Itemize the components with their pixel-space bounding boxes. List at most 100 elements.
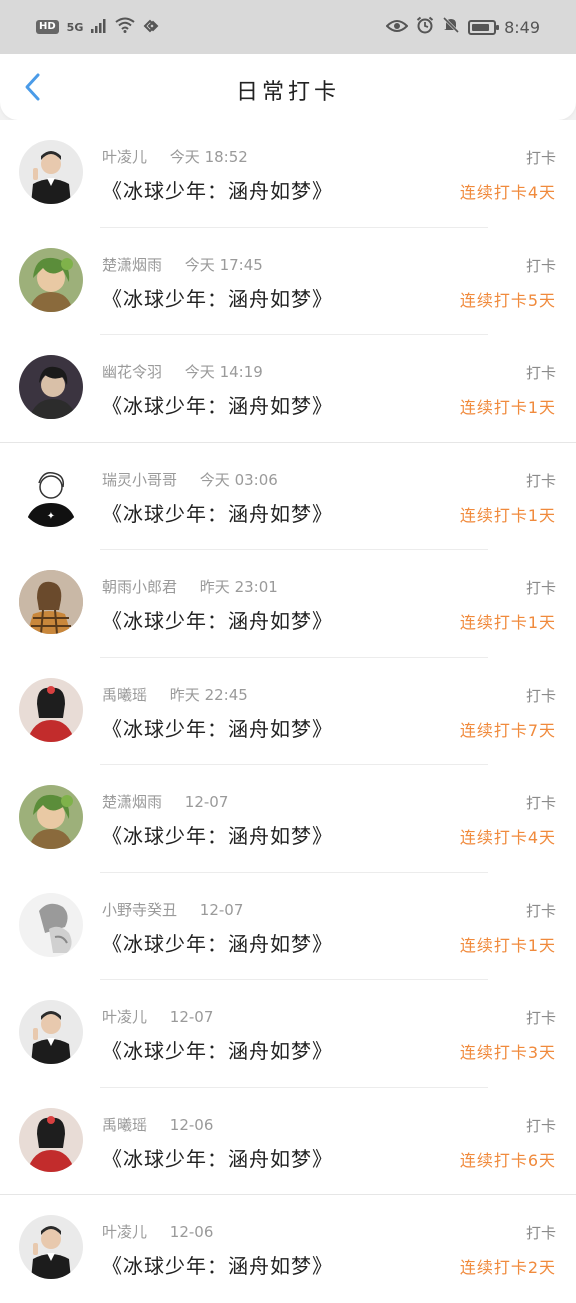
username[interactable]: 叶凌儿 bbox=[102, 1008, 147, 1026]
username[interactable]: 叶凌儿 bbox=[102, 148, 147, 166]
checkin-time: 今天 17:45 bbox=[184, 255, 263, 274]
username[interactable]: 朝雨小郎君 bbox=[102, 578, 177, 596]
status-time: 8:49 bbox=[504, 17, 540, 37]
book-title[interactable]: 《冰球少年：涵舟如梦》 bbox=[102, 1250, 333, 1279]
app-header: 日常打卡 bbox=[0, 54, 576, 120]
username[interactable]: 楚潇烟雨 bbox=[102, 256, 162, 274]
checkin-label: 打卡 bbox=[525, 364, 556, 382]
checkin-meta: 叶凌儿 今天 18:52 bbox=[102, 146, 248, 167]
book-title[interactable]: 《冰球少年：涵舟如梦》 bbox=[102, 928, 333, 957]
avatar[interactable] bbox=[19, 140, 83, 204]
checkin-item[interactable]: 楚潇烟雨 今天 17:45 《冰球少年：涵舟如梦》 打卡 连续打卡5天 bbox=[0, 228, 576, 335]
checkin-label: 打卡 bbox=[525, 579, 556, 597]
streak-badge: 连续打卡4天 bbox=[459, 183, 556, 202]
avatar-image bbox=[19, 140, 83, 204]
alarm-icon bbox=[416, 16, 434, 38]
status-right: 8:49 bbox=[385, 16, 540, 38]
checkin-label: 打卡 bbox=[525, 1116, 556, 1135]
username[interactable]: 小野寺癸丑 bbox=[102, 901, 177, 919]
streak-badge: 连续打卡1天 bbox=[459, 398, 556, 417]
checkin-item[interactable]: 小野寺癸丑 12-07 《冰球少年：涵舟如梦》 打卡 连续打卡1天 bbox=[0, 873, 576, 980]
checkin-item[interactable]: 朝雨小郎君 昨天 23:01 《冰球少年：涵舟如梦》 打卡 连续打卡1天 bbox=[0, 550, 576, 658]
avatar[interactable] bbox=[19, 355, 83, 419]
checkin-label: 打卡 bbox=[525, 686, 556, 705]
book-title[interactable]: 《冰球少年：涵舟如梦》 bbox=[102, 175, 333, 204]
avatar[interactable] bbox=[19, 892, 83, 957]
status-bar: HD 5G 8:49 bbox=[0, 0, 576, 54]
avatar-image: ✦ bbox=[19, 462, 83, 527]
book-title[interactable]: 《冰球少年：涵舟如梦》 bbox=[102, 605, 333, 634]
checkin-time: 昨天 23:01 bbox=[199, 578, 278, 596]
mute-icon bbox=[442, 16, 460, 38]
avatar[interactable] bbox=[19, 1215, 83, 1279]
book-title[interactable]: 《冰球少年：涵舟如梦》 bbox=[102, 283, 333, 312]
avatar[interactable]: ✦ bbox=[19, 462, 83, 527]
checkin-item[interactable]: ✦ 瑞灵小哥哥 今天 03:06 《冰球少年：涵舟如梦》 打卡 连续打卡1天 bbox=[0, 443, 576, 550]
checkin-list: 叶凌儿 今天 18:52 《冰球少年：涵舟如梦》 打卡 连续打卡4天 楚潇烟雨 … bbox=[0, 120, 576, 1303]
checkin-meta: 瑞灵小哥哥 今天 03:06 bbox=[102, 469, 278, 490]
username[interactable]: 禹曦瑶 bbox=[102, 686, 147, 704]
checkin-time: 12-07 bbox=[184, 793, 229, 811]
avatar[interactable] bbox=[19, 1107, 83, 1172]
battery-icon bbox=[468, 19, 500, 35]
avatar[interactable] bbox=[19, 1000, 83, 1064]
checkin-meta: 叶凌儿 12-07 bbox=[102, 1006, 213, 1027]
avatar[interactable] bbox=[19, 247, 83, 312]
streak-badge: 连续打卡2天 bbox=[459, 1258, 556, 1277]
checkin-label: 打卡 bbox=[525, 471, 556, 490]
checkin-meta: 楚潇烟雨 今天 17:45 bbox=[102, 254, 263, 275]
checkin-time: 12-06 bbox=[169, 1223, 214, 1241]
avatar-image bbox=[19, 1215, 83, 1279]
checkin-time: 12-07 bbox=[169, 1008, 214, 1026]
book-title[interactable]: 《冰球少年：涵舟如梦》 bbox=[102, 1143, 333, 1172]
status-left: HD 5G bbox=[36, 17, 159, 37]
username[interactable]: 楚潇烟雨 bbox=[102, 793, 162, 811]
checkin-meta: 幽花令羽 今天 14:19 bbox=[102, 361, 263, 382]
book-title[interactable]: 《冰球少年：涵舟如梦》 bbox=[102, 820, 333, 849]
avatar-image bbox=[19, 1000, 83, 1064]
checkin-label: 打卡 bbox=[525, 1224, 556, 1242]
username[interactable]: 叶凌儿 bbox=[102, 1223, 147, 1241]
avatar-image bbox=[19, 570, 83, 634]
checkin-item[interactable]: 楚潇烟雨 12-07 《冰球少年：涵舟如梦》 打卡 连续打卡4天 bbox=[0, 765, 576, 873]
avatar-image bbox=[19, 1107, 83, 1172]
checkin-item[interactable]: 叶凌儿 今天 18:52 《冰球少年：涵舟如梦》 打卡 连续打卡4天 bbox=[0, 120, 576, 228]
checkin-item[interactable]: 禹曦瑶 12-06 《冰球少年：涵舟如梦》 打卡 连续打卡6天 bbox=[0, 1088, 576, 1195]
checkin-item[interactable]: 禹曦瑶 昨天 22:45 《冰球少年：涵舟如梦》 打卡 连续打卡7天 bbox=[0, 658, 576, 765]
checkin-meta: 小野寺癸丑 12-07 bbox=[102, 899, 243, 920]
eye-icon bbox=[385, 18, 409, 37]
checkin-meta: 朝雨小郎君 昨天 23:01 bbox=[102, 576, 278, 597]
checkin-label: 打卡 bbox=[525, 149, 556, 167]
checkin-meta: 叶凌儿 12-06 bbox=[102, 1221, 213, 1242]
checkin-label: 打卡 bbox=[525, 1009, 556, 1027]
checkin-item[interactable]: 幽花令羽 今天 14:19 《冰球少年：涵舟如梦》 打卡 连续打卡1天 bbox=[0, 335, 576, 443]
checkin-item[interactable]: 叶凌儿 12-06 《冰球少年：涵舟如梦》 打卡 连续打卡2天 bbox=[0, 1195, 576, 1303]
checkin-time: 今天 14:19 bbox=[184, 363, 263, 381]
username[interactable]: 禹曦瑶 bbox=[102, 1116, 147, 1134]
streak-badge: 连续打卡6天 bbox=[459, 1150, 556, 1170]
streak-badge: 连续打卡7天 bbox=[459, 720, 556, 740]
checkin-label: 打卡 bbox=[525, 794, 556, 812]
book-title[interactable]: 《冰球少年：涵舟如梦》 bbox=[102, 713, 333, 742]
avatar-image bbox=[19, 247, 83, 312]
battery-fill bbox=[472, 23, 490, 31]
book-title[interactable]: 《冰球少年：涵舟如梦》 bbox=[102, 1035, 333, 1064]
checkin-item[interactable]: 叶凌儿 12-07 《冰球少年：涵舟如梦》 打卡 连续打卡3天 bbox=[0, 980, 576, 1088]
avatar[interactable] bbox=[19, 570, 83, 634]
checkin-time: 12-06 bbox=[169, 1115, 214, 1134]
checkin-time: 昨天 22:45 bbox=[169, 685, 248, 704]
avatar-image bbox=[19, 785, 83, 849]
avatar[interactable] bbox=[19, 785, 83, 849]
checkin-time: 今天 18:52 bbox=[169, 148, 248, 166]
nfc-icon bbox=[143, 18, 159, 37]
username[interactable]: 幽花令羽 bbox=[102, 363, 162, 381]
book-title[interactable]: 《冰球少年：涵舟如梦》 bbox=[102, 498, 333, 527]
checkin-label: 打卡 bbox=[525, 256, 556, 275]
book-title[interactable]: 《冰球少年：涵舟如梦》 bbox=[102, 390, 333, 419]
checkin-time: 今天 03:06 bbox=[199, 470, 278, 489]
checkin-label: 打卡 bbox=[525, 901, 556, 920]
avatar[interactable] bbox=[19, 677, 83, 742]
username[interactable]: 瑞灵小哥哥 bbox=[102, 471, 177, 489]
checkin-meta: 禹曦瑶 12-06 bbox=[102, 1114, 213, 1135]
streak-badge: 连续打卡1天 bbox=[459, 935, 556, 955]
